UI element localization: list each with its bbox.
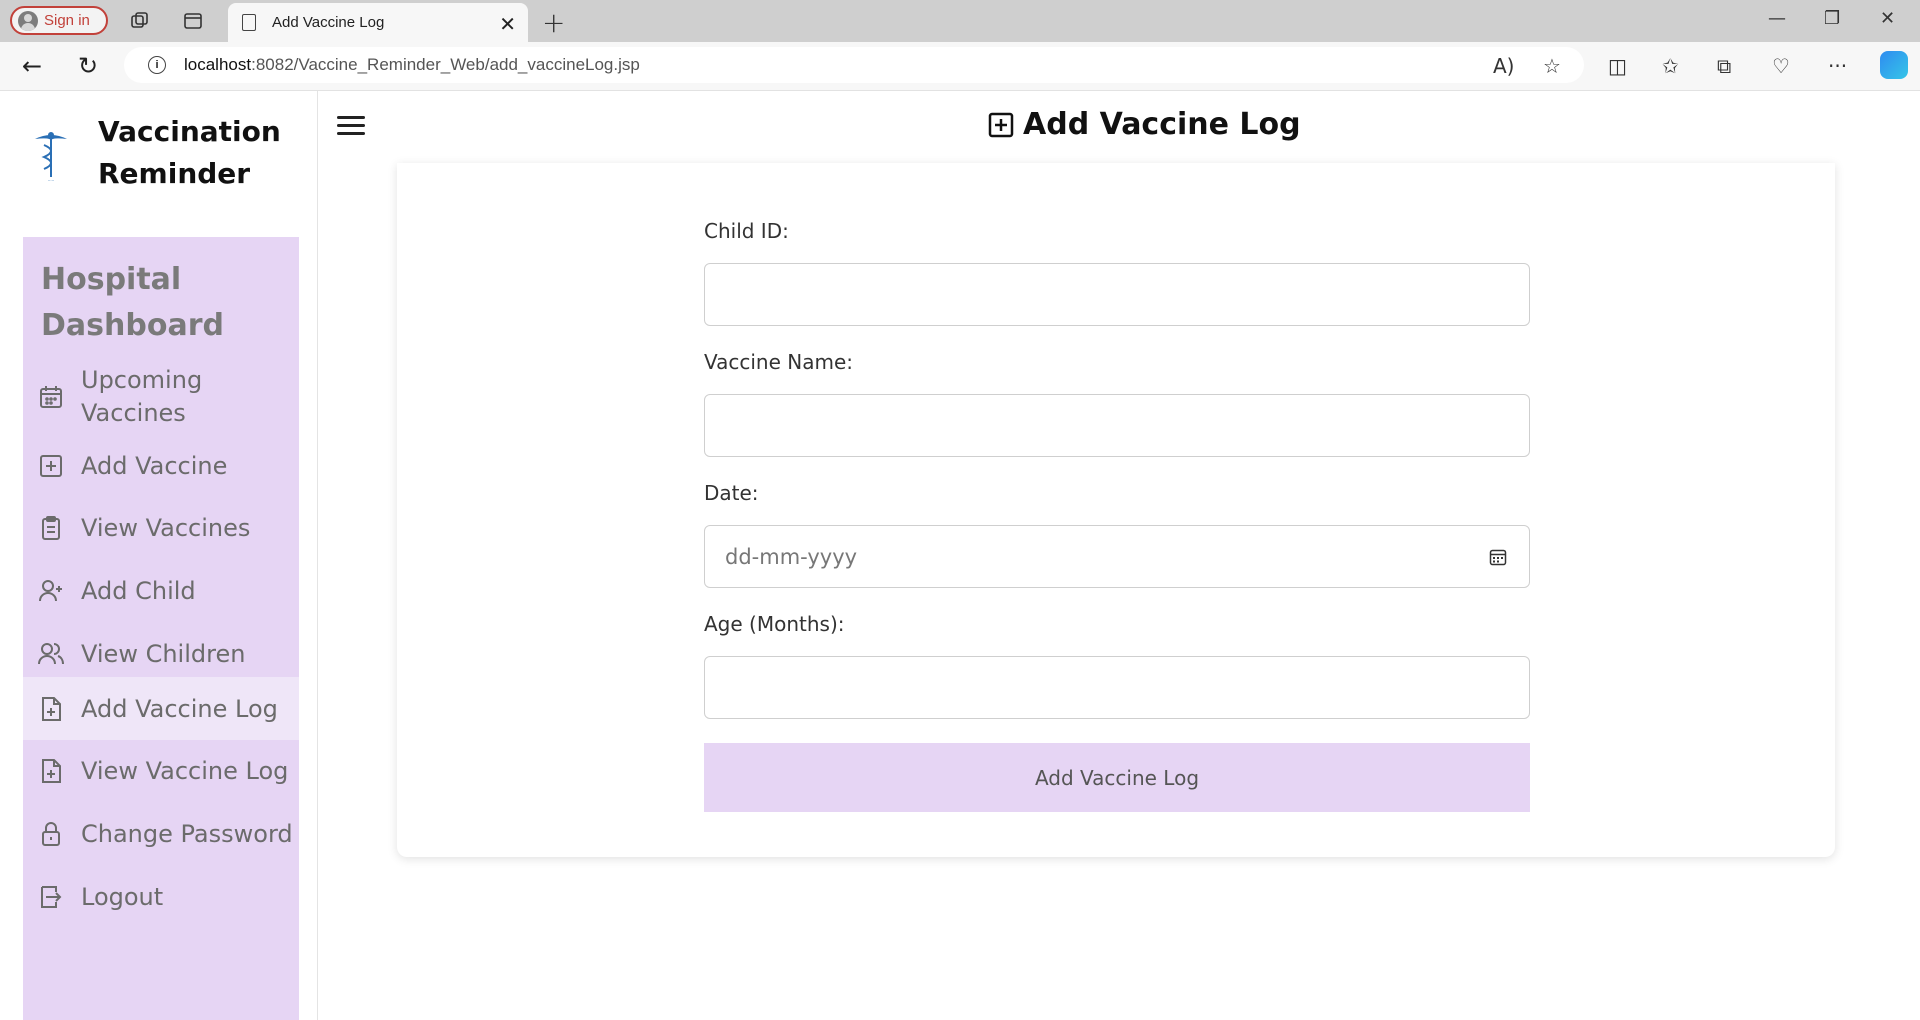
user-plus-icon [37, 577, 65, 605]
svg-text:·····: ····· [48, 178, 54, 183]
vaccine-name-input[interactable] [704, 394, 1530, 457]
new-tab-button[interactable]: + [542, 6, 565, 39]
sidebar-item-label: Logout [81, 883, 164, 911]
sidebar-item-upcoming-vaccines[interactable]: Upcoming Vaccines [23, 361, 299, 433]
sidebar-item-view-children[interactable]: View Children [23, 623, 299, 685]
sidebar-item-add-child[interactable]: Add Child [23, 560, 299, 622]
sidebar-item-add-vaccine[interactable]: Add Vaccine [23, 436, 299, 496]
favorite-star-icon[interactable]: ☆ [1543, 54, 1561, 78]
collections-icon[interactable]: ⧉ [1717, 54, 1731, 78]
brand-title: Vaccination Reminder [98, 111, 281, 195]
logout-icon [37, 883, 65, 911]
address-bar-row: ← ↻ i localhost :8082/Vaccine_Reminder_W… [0, 42, 1920, 91]
sidebar-item-view-vaccines[interactable]: View Vaccines [23, 497, 299, 559]
sidebar-item-label: View Children [81, 640, 246, 668]
tab-title: Add Vaccine Log [272, 14, 385, 31]
sidebar-item-view-vaccine-log[interactable]: View Vaccine Log [23, 741, 299, 801]
sidebar-item-label: View Vaccines [81, 514, 251, 542]
browser-essentials-icon[interactable]: ♡ [1772, 54, 1790, 78]
sidebar-menu: Hospital Dashboard Upcoming Vaccines Add… [23, 237, 299, 1020]
back-icon[interactable]: ← [22, 52, 42, 80]
close-window-icon[interactable]: ✕ [1880, 8, 1895, 29]
url-field[interactable]: i localhost :8082/Vaccine_Reminder_Web/a… [124, 47, 1584, 83]
vertical-tabs-icon[interactable] [181, 9, 205, 33]
sidebar-item-label: Add Vaccine [81, 452, 228, 480]
sidebar-item-label: View Vaccine Log [81, 757, 289, 785]
active-tab[interactable]: Add Vaccine Log ✕ [228, 3, 528, 42]
dashboard-heading: Hospital Dashboard [41, 257, 224, 349]
sidebar-item-add-vaccine-log[interactable]: Add Vaccine Log [23, 677, 299, 740]
copilot-icon[interactable] [1880, 51, 1908, 79]
info-icon[interactable]: i [148, 56, 166, 74]
sidebar: ····· Vaccination Reminder Hospital Dash… [0, 91, 318, 1020]
clipboard-icon [37, 514, 65, 542]
more-menu-icon[interactable]: ··· [1828, 54, 1847, 78]
date-input[interactable]: dd-mm-yyyy [704, 525, 1530, 588]
calendar-icon [37, 383, 65, 411]
dashboard-heading-line2: Dashboard [41, 308, 224, 343]
sidebar-item-label: Change Password [81, 820, 293, 848]
favorites-icon[interactable]: ✩ [1662, 54, 1679, 78]
page-title: Add Vaccine Log [987, 107, 1301, 142]
vaccine-name-label: Vaccine Name: [704, 350, 854, 374]
refresh-icon[interactable]: ↻ [78, 52, 98, 80]
app-root: ····· Vaccination Reminder Hospital Dash… [0, 91, 1920, 1020]
sidebar-item-label: Add Vaccine Log [81, 694, 278, 723]
age-months-label: Age (Months): [704, 612, 845, 636]
restore-icon[interactable]: ❐ [1824, 8, 1840, 29]
form-card: Child ID: Vaccine Name: Date: dd-mm-yyyy… [397, 163, 1835, 857]
sidebar-item-label: Add Child [81, 577, 196, 605]
url-host: localhost [184, 55, 252, 74]
url-path: :8082/Vaccine_Reminder_Web/add_vaccineLo… [251, 55, 640, 74]
sign-in-button[interactable]: Sign in [10, 6, 108, 35]
plus-square-icon [37, 452, 65, 480]
lock-icon [37, 820, 65, 848]
profile-avatar-icon [18, 10, 38, 31]
split-screen-icon[interactable]: ◫ [1608, 54, 1627, 78]
hamburger-menu-icon[interactable] [337, 116, 365, 138]
calendar-picker-icon[interactable] [1489, 547, 1507, 566]
sidebar-item-label-line1: Upcoming [81, 366, 203, 394]
minimize-icon[interactable]: — [1768, 8, 1786, 29]
sidebar-item-change-password[interactable]: Change Password [23, 803, 299, 865]
users-icon [37, 640, 65, 668]
date-label: Date: [704, 481, 759, 505]
top-bar: Add Vaccine Log [319, 91, 1920, 163]
close-tab-icon[interactable]: ✕ [499, 12, 516, 37]
child-id-label: Child ID: [704, 219, 789, 243]
child-id-input[interactable] [704, 263, 1530, 326]
file-plus-icon [37, 695, 65, 723]
sign-in-label: Sign in [44, 12, 90, 29]
file-plus-icon [37, 757, 65, 785]
date-placeholder: dd-mm-yyyy [725, 544, 858, 569]
sidebar-item-label: Upcoming Vaccines [81, 364, 202, 430]
caduceus-logo-icon: ····· [22, 121, 80, 191]
workspaces-icon[interactable] [128, 9, 152, 33]
browser-tab-bar: Sign in Add Vaccine Log ✕ + — ❐ ✕ [0, 0, 1920, 42]
age-months-input[interactable] [704, 656, 1530, 719]
page-title-text: Add Vaccine Log [1023, 107, 1301, 142]
brand: ····· Vaccination Reminder [22, 101, 312, 221]
sidebar-item-logout[interactable]: Logout [23, 866, 299, 928]
dashboard-heading-line1: Hospital [41, 262, 182, 297]
brand-title-line1: Vaccination [98, 115, 281, 148]
add-vaccine-log-form: Child ID: Vaccine Name: Date: dd-mm-yyyy… [704, 219, 1530, 812]
plus-square-icon [987, 111, 1015, 139]
brand-title-line2: Reminder [98, 157, 251, 190]
add-vaccine-log-button[interactable]: Add Vaccine Log [704, 743, 1530, 812]
page-icon [242, 14, 256, 31]
sidebar-item-label-line2: Vaccines [81, 399, 186, 427]
read-aloud-icon[interactable]: A) [1493, 54, 1514, 78]
